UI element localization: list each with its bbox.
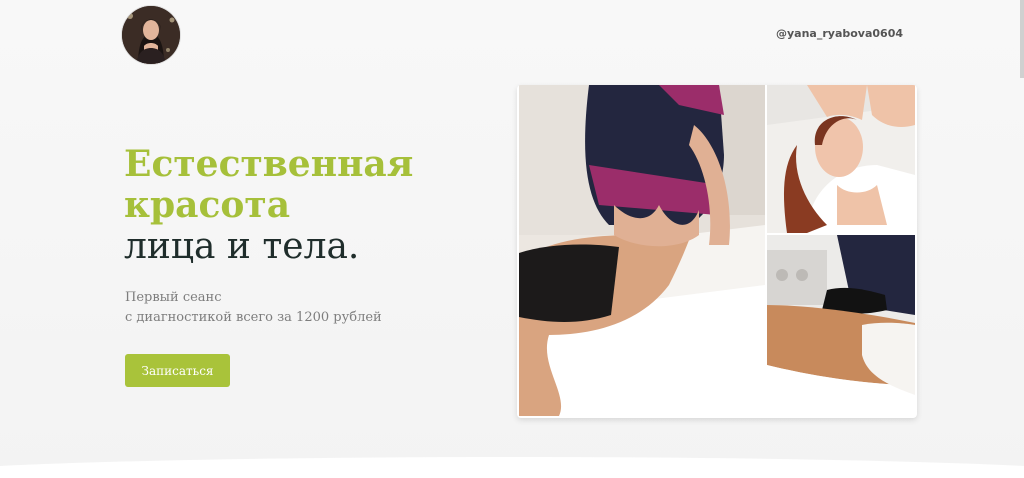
photo-back-massage xyxy=(767,235,915,416)
avatar-portrait-icon xyxy=(122,6,180,64)
scrollbar[interactable] xyxy=(1020,0,1024,78)
hero-title: Естественная красота лица и тела. xyxy=(124,143,414,268)
photo-body-massage xyxy=(519,85,765,416)
face-massage-image-icon xyxy=(767,85,915,233)
hero-title-line-1: Естественная xyxy=(124,143,414,185)
back-massage-image-icon xyxy=(767,235,915,416)
hero-title-line-3: лица и тела. xyxy=(124,226,360,267)
hero-subtitle-line-1: Первый сеанс xyxy=(125,290,222,305)
photo-face-massage xyxy=(767,85,915,233)
photo-gallery xyxy=(517,85,917,418)
landing-page: @yana_ryabova0604 Естественная красота л… xyxy=(0,0,1024,478)
hero-title-line-2: красота xyxy=(124,184,291,226)
book-button[interactable]: Записаться xyxy=(125,354,230,387)
bottom-wave-divider xyxy=(0,457,1024,478)
instagram-handle[interactable]: @yana_ryabova0604 xyxy=(776,27,903,40)
hero-subtitle: Первый сеанс с диагностикой всего за 120… xyxy=(125,288,382,328)
hero-subtitle-line-2: с диагностикой всего за 1200 рублей xyxy=(125,310,382,325)
body-massage-image-icon xyxy=(519,85,765,416)
avatar[interactable] xyxy=(122,6,180,64)
